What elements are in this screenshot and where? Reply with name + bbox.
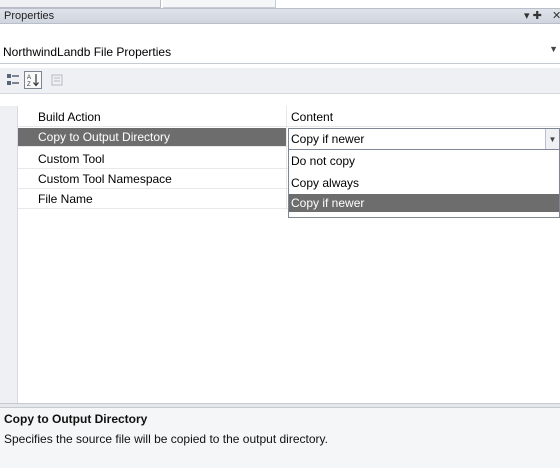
property-value[interactable]: Content [288,108,560,126]
property-row-build-action[interactable]: Build Action Content [18,108,560,126]
object-selector[interactable]: NorthwindLandb File Properties ▼ [0,40,560,64]
description-text: Specifies the source file will be copied… [4,432,328,446]
close-icon[interactable]: ✕ [552,9,560,22]
property-name: File Name [38,192,93,206]
svg-text:Z: Z [27,82,31,87]
categorized-icon [7,74,19,85]
properties-title-bar: Properties ▾ ✚ ✕ [0,8,560,24]
panel-title: Properties [4,10,55,22]
chevron-down-icon[interactable]: ▼ [549,44,558,54]
copy-to-output-editor[interactable]: Copy if newer ▼ [288,128,560,150]
document-tab[interactable] [163,0,276,8]
property-pages-icon [51,74,63,86]
document-tab[interactable] [0,0,161,8]
property-name: Copy to Output Directory [18,128,286,146]
property-name: Custom Tool [38,152,105,166]
grid-gutter [0,106,18,403]
properties-toolbar: A Z [0,68,560,94]
property-name: Build Action [38,110,101,124]
sort-az-icon: A Z [27,74,39,87]
property-name: Custom Tool Namespace [38,172,172,186]
object-selector-value: NorthwindLandb File Properties [3,45,172,59]
svg-text:A: A [27,75,31,81]
pin-icon[interactable]: ▾ ✚ [524,9,542,22]
row-divider [18,126,560,127]
column-divider [286,106,287,210]
dropdown-option-copy-if-newer[interactable]: Copy if newer [289,194,559,212]
dropdown-option-do-not-copy[interactable]: Do not copy [289,152,559,170]
chevron-down-icon[interactable]: ▼ [545,129,559,149]
description-title: Copy to Output Directory [4,412,148,426]
copy-option-dropdown: Do not copy Copy always Copy if newer [288,150,560,218]
document-tab-strip [0,0,560,8]
editor-value[interactable]: Copy if newer [291,131,364,147]
description-panel: Copy to Output Directory Specifies the s… [0,408,560,468]
alphabetical-button[interactable]: A Z [24,71,42,89]
dropdown-option-copy-always[interactable]: Copy always [289,174,559,192]
categorized-button[interactable] [4,71,22,89]
property-pages-button[interactable] [48,71,66,89]
